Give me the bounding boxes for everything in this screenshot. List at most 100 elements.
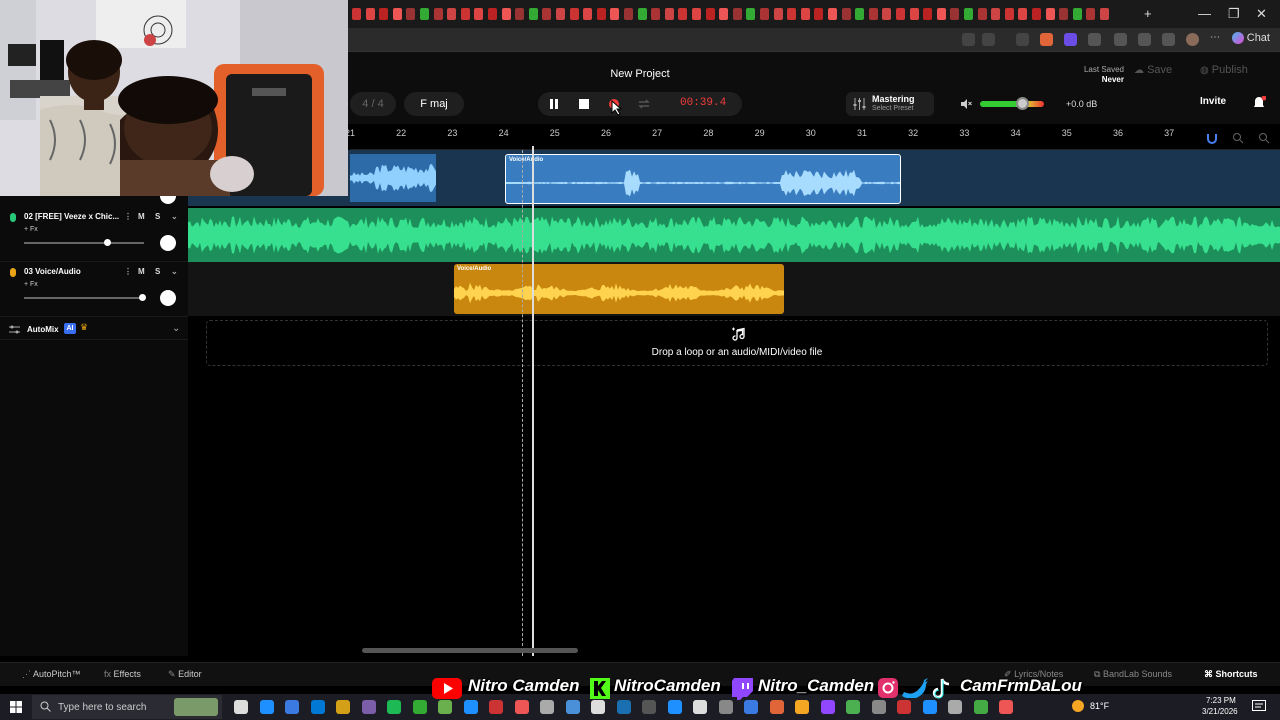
taskbar-app-icon[interactable] <box>285 700 299 714</box>
browser-tab[interactable] <box>882 8 892 20</box>
browser-tab[interactable] <box>746 8 756 20</box>
browser-tab[interactable] <box>1045 8 1055 20</box>
taskbar-app-icon[interactable] <box>387 700 401 714</box>
browser-tab[interactable] <box>678 8 688 20</box>
track-menu-icon[interactable]: ⋮ <box>124 212 132 221</box>
notification-bell-icon[interactable] <box>1252 96 1266 110</box>
browser-tab[interactable] <box>705 8 715 20</box>
taskbar-app-icon[interactable] <box>489 700 503 714</box>
browser-tab[interactable] <box>923 8 933 20</box>
editor-button[interactable]: ✎ Editor <box>168 669 202 680</box>
time-signature-button[interactable]: 4 / 4 <box>350 92 396 116</box>
chevron-down-icon[interactable]: ⌄ <box>171 267 178 276</box>
minimize-button[interactable]: — <box>1198 6 1211 21</box>
taskbar-app-icon[interactable] <box>310 700 325 714</box>
browser-tab[interactable] <box>692 8 701 20</box>
taskbar-app-icon[interactable] <box>820 700 835 714</box>
browser-tab[interactable] <box>1100 8 1109 20</box>
browser-tab[interactable] <box>1072 8 1082 20</box>
browser-tab[interactable] <box>392 8 402 20</box>
pause-icon[interactable] <box>546 96 562 112</box>
browser-tab[interactable] <box>365 8 375 20</box>
browser-tab[interactable] <box>352 8 361 20</box>
windows-start-icon[interactable] <box>10 701 22 713</box>
save-button[interactable]: ☁ Save <box>1134 64 1172 76</box>
favorite-star-icon[interactable] <box>982 33 995 46</box>
browser-tab[interactable] <box>596 8 606 20</box>
browser-tab[interactable] <box>800 8 810 20</box>
taskbar-app-icon[interactable] <box>744 700 758 714</box>
browser-tab[interactable] <box>406 8 416 20</box>
browser-tab[interactable] <box>379 8 389 20</box>
track-name[interactable]: 03 Voice/Audio <box>24 267 81 276</box>
project-title[interactable]: New Project <box>540 68 740 80</box>
taskbar-app-icon[interactable] <box>514 700 529 714</box>
browser-tab[interactable] <box>433 8 443 20</box>
browser-tab[interactable] <box>909 8 919 20</box>
shortcuts-button[interactable]: ⌘ Shortcuts <box>1204 669 1258 680</box>
browser-tab[interactable] <box>773 8 783 20</box>
browser-tab[interactable] <box>651 8 661 20</box>
browser-tab[interactable] <box>447 8 457 20</box>
stop-icon[interactable] <box>576 96 592 112</box>
taskbar-app-icon[interactable] <box>922 700 937 714</box>
horizontal-scrollbar[interactable] <box>362 648 578 653</box>
browser-tab[interactable] <box>1086 8 1096 20</box>
taskbar-app-icon[interactable] <box>718 700 733 714</box>
track-lane-voice-blue[interactable]: Voice/Audio <box>188 150 1280 206</box>
browser-tab[interactable] <box>977 8 987 20</box>
pan-knob[interactable] <box>160 235 176 251</box>
extension-icon[interactable] <box>1138 33 1151 46</box>
track-lane-voice[interactable]: Voice/Audio <box>188 262 1280 316</box>
track-header-voice[interactable]: 03 Voice/Audio + Fx ⋮ M S ⌄ <box>0 263 188 317</box>
extension-icon[interactable] <box>1040 33 1053 46</box>
key-button[interactable]: F maj <box>404 92 464 116</box>
clock-date[interactable]: 3/21/2026 <box>1202 707 1238 716</box>
copilot-chat-button[interactable]: Chat <box>1231 32 1270 45</box>
split-screen-icon[interactable] <box>962 33 975 46</box>
taskbar-app-icon[interactable] <box>591 700 605 714</box>
track-menu-icon[interactable]: ⋮ <box>124 267 132 276</box>
browser-tab[interactable] <box>841 8 851 20</box>
taskbar-app-icon[interactable] <box>361 700 376 714</box>
taskbar-app-icon[interactable] <box>438 700 452 714</box>
browser-tab[interactable] <box>1018 8 1028 20</box>
browser-tab[interactable] <box>664 8 674 20</box>
taskbar-app-icon[interactable] <box>769 700 784 714</box>
master-volume-slider[interactable] <box>980 101 1044 107</box>
taskbar-app-icon[interactable] <box>846 700 860 714</box>
more-options-icon[interactable]: ⋯ <box>1210 33 1223 46</box>
extension-icon[interactable] <box>1162 33 1175 46</box>
browser-tab[interactable] <box>569 8 579 20</box>
taskbar-search[interactable]: Type here to search <box>32 695 222 719</box>
taskbar-app-icon[interactable] <box>540 700 554 714</box>
notification-center-icon[interactable] <box>1252 700 1266 713</box>
taskbar-app-icon[interactable] <box>642 700 656 714</box>
invite-button[interactable]: Invite <box>1200 96 1226 107</box>
add-fx-button[interactable]: + Fx <box>24 281 38 288</box>
browser-tab[interactable] <box>732 8 742 20</box>
taskbar-app-icon[interactable] <box>336 700 350 714</box>
browser-tab[interactable] <box>828 8 837 20</box>
audio-clip-voice[interactable]: Voice/Audio <box>454 264 784 314</box>
track-lane-beat[interactable] <box>188 208 1280 262</box>
loop-icon[interactable] <box>636 96 652 112</box>
magnet-icon[interactable] <box>1206 132 1218 144</box>
taskbar-app-icon[interactable] <box>259 700 274 714</box>
browser-tab[interactable] <box>474 8 484 20</box>
taskbar-app-icon[interactable] <box>565 700 580 714</box>
browser-tab[interactable] <box>610 8 620 20</box>
add-fx-button[interactable]: + Fx <box>24 226 38 233</box>
browser-tab[interactable] <box>528 8 538 20</box>
taskbar-app-icon[interactable] <box>973 700 988 714</box>
browser-tab[interactable] <box>896 8 905 20</box>
volume-fader-knob[interactable] <box>139 294 146 301</box>
pan-knob-partial[interactable] <box>160 196 176 204</box>
taskbar-app-icon[interactable] <box>897 700 911 714</box>
effects-button[interactable]: fx Effects <box>104 669 141 679</box>
zoom-in-icon[interactable] <box>1258 132 1270 144</box>
browser-tab[interactable] <box>556 8 565 20</box>
browser-tab[interactable] <box>637 8 647 20</box>
taskbar-app-icon[interactable] <box>616 700 631 714</box>
profile-avatar[interactable] <box>1186 33 1199 46</box>
